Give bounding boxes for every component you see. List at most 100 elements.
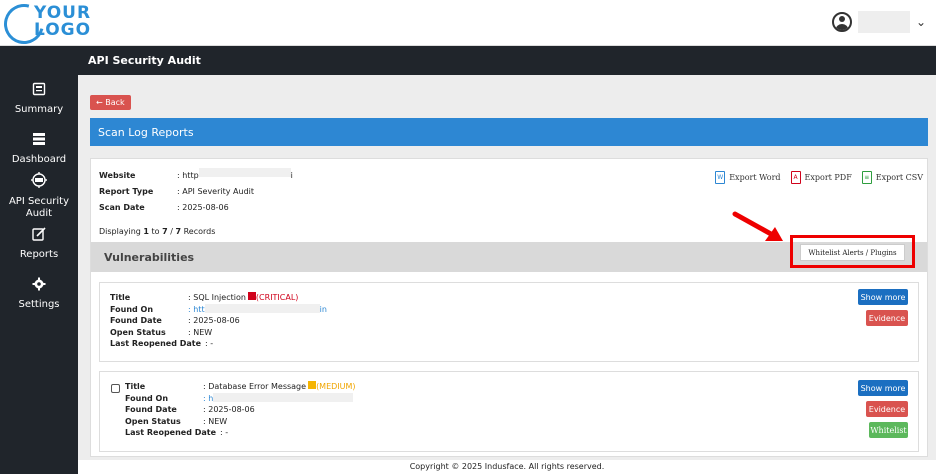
export-word-label: Export Word (729, 173, 781, 182)
sidebar-item-label: Reports (19, 249, 59, 260)
open-status-value: : NEW (188, 327, 213, 337)
found-on-label: Found On (125, 393, 169, 403)
whitelist-highlight-box: Whitelist Alerts / Plugins (790, 235, 915, 268)
scan-date-value: : 2025-08-06 (177, 203, 229, 212)
reports-icon (32, 227, 46, 245)
header-bar: API Security Audit (78, 46, 936, 75)
logo-line-2: LOGO (34, 20, 92, 40)
report-panel: Website : http i Report Type : API Sever… (90, 158, 928, 457)
open-status-value: : NEW (203, 416, 228, 426)
found-date-label: Found Date (110, 316, 162, 325)
section-title-bar: Scan Log Reports (90, 118, 928, 146)
pdf-file-icon: A (790, 171, 801, 184)
critical-severity-icon (247, 292, 256, 300)
sidebar-item-dashboard[interactable]: Dashboard (0, 132, 78, 166)
severity-label: (CRITICAL) (255, 293, 299, 302)
show-more-button[interactable]: Show more (858, 380, 908, 396)
export-csv-button[interactable]: ≡ Export CSV (861, 171, 923, 184)
show-more-button[interactable]: Show more (858, 289, 908, 305)
gear-icon (32, 277, 46, 295)
evidence-button[interactable]: Evidence (866, 401, 908, 417)
dashboard-icon (32, 132, 46, 150)
export-pdf-label: Export PDF (804, 173, 852, 182)
user-menu[interactable]: ⌄ (831, 11, 926, 33)
open-status-row: Open Status : NEW (110, 327, 327, 339)
csv-file-icon: ≡ (861, 171, 872, 184)
export-csv-label: Export CSV (875, 173, 923, 182)
open-status-label: Open Status (110, 327, 166, 337)
top-bar: YOUR LOGO ⌄ (0, 0, 936, 52)
vulnerability-card: Title : Database Error Message (MEDIUM) … (99, 371, 919, 452)
reopened-row: Last Reopened Date : - (110, 338, 327, 350)
export-pdf-button[interactable]: A Export PDF (790, 171, 852, 184)
sidebar-item-reports[interactable]: Reports (0, 227, 78, 261)
reopened-value: : - (205, 339, 214, 348)
vulnerability-details: Title : SQL Injection (CRITICAL) Found O… (110, 292, 327, 350)
sidebar-item-settings[interactable]: Settings (0, 277, 78, 311)
title-row: Title : SQL Injection (CRITICAL) (110, 292, 327, 304)
export-word-button[interactable]: W Export Word (715, 171, 781, 184)
vulnerability-details: Title : Database Error Message (MEDIUM) … (125, 381, 356, 439)
website-value: : http (177, 171, 199, 180)
whitelist-button[interactable]: Whitelist (869, 422, 908, 438)
records-count: Displaying 1 to 7 / 7 Records (99, 227, 215, 236)
red-arrow-icon (732, 211, 783, 241)
evidence-button[interactable]: Evidence (866, 310, 908, 326)
found-date-row: Found Date : 2025-08-06 (125, 404, 356, 416)
reopened-label: Last Reopened Date (125, 428, 217, 437)
logo-text[interactable]: YOUR LOGO (34, 5, 91, 39)
footer: Copyright © 2025 Indusface. All rights r… (78, 460, 936, 474)
copyright-text: Copyright © 2025 Indusface. All rights r… (409, 462, 605, 471)
reopened-value: : - (220, 428, 229, 437)
found-date-label: Found Date (125, 405, 177, 414)
title-value: : Database Error Message (203, 382, 307, 391)
sidebar-item-label: Dashboard (11, 154, 67, 165)
sidebar-item-label: Settings (18, 299, 60, 310)
sidebar-item-label: API Security Audit (8, 196, 70, 219)
report-type-value: : API Severity Audit (177, 187, 254, 196)
severity-label: (MEDIUM) (316, 382, 356, 391)
select-checkbox[interactable] (111, 384, 120, 393)
found-on-row: Found On : h (125, 392, 356, 405)
api-icon (30, 172, 48, 192)
sidebar-item-summary[interactable]: Summary (0, 82, 78, 116)
medium-severity-icon (308, 381, 317, 389)
found-on-link[interactable]: : htt (188, 304, 205, 316)
report-info: Website : http i Report Type : API Sever… (99, 168, 293, 216)
open-status-label: Open Status (125, 416, 181, 426)
vulnerabilities-title: Vulnerabilities (104, 251, 195, 264)
found-date-value: : 2025-08-06 (188, 316, 240, 325)
chevron-down-icon[interactable]: ⌄ (916, 15, 926, 29)
summary-icon (32, 82, 46, 100)
sidebar-item-api-security-audit[interactable]: API Security Audit (0, 172, 78, 220)
open-status-row: Open Status : NEW (125, 416, 356, 428)
found-on-link[interactable]: : h (203, 393, 213, 405)
whitelist-alerts-button[interactable]: Whitelist Alerts / Plugins (800, 244, 905, 261)
records-prefix: Displaying (99, 227, 144, 236)
title-label: Title (110, 293, 131, 302)
title-label: Title (125, 382, 146, 391)
records-to: to (148, 227, 163, 236)
user-avatar-icon[interactable] (831, 12, 852, 32)
records-suffix: Records (181, 227, 216, 236)
vulnerability-card: Title : SQL Injection (CRITICAL) Found O… (99, 282, 919, 362)
website-row: Website : http i (99, 168, 293, 184)
report-type-row: Report Type : API Severity Audit (99, 184, 293, 200)
found-on-suffix: in (319, 304, 327, 314)
main-content: ← Back Scan Log Reports Website : http i… (78, 75, 936, 474)
reopened-label: Last Reopened Date (110, 339, 202, 348)
found-on-label: Found On (110, 304, 154, 314)
found-date-row: Found Date : 2025-08-06 (110, 315, 327, 327)
reopened-row: Last Reopened Date : - (125, 427, 356, 439)
back-button[interactable]: ← Back (90, 95, 131, 110)
title-value: : SQL Injection (188, 293, 246, 302)
report-type-label: Report Type (99, 187, 154, 196)
export-actions: W Export Word A Export PDF ≡ Export CSV (715, 171, 923, 184)
section-title: Scan Log Reports (98, 126, 194, 139)
redacted-text (213, 392, 354, 402)
word-file-icon: W (715, 171, 726, 184)
redacted-text (204, 303, 320, 313)
website-label: Website (99, 171, 136, 180)
sidebar: Summary Dashboard API Security Audit Rep… (0, 46, 78, 474)
redacted-text (198, 168, 291, 177)
